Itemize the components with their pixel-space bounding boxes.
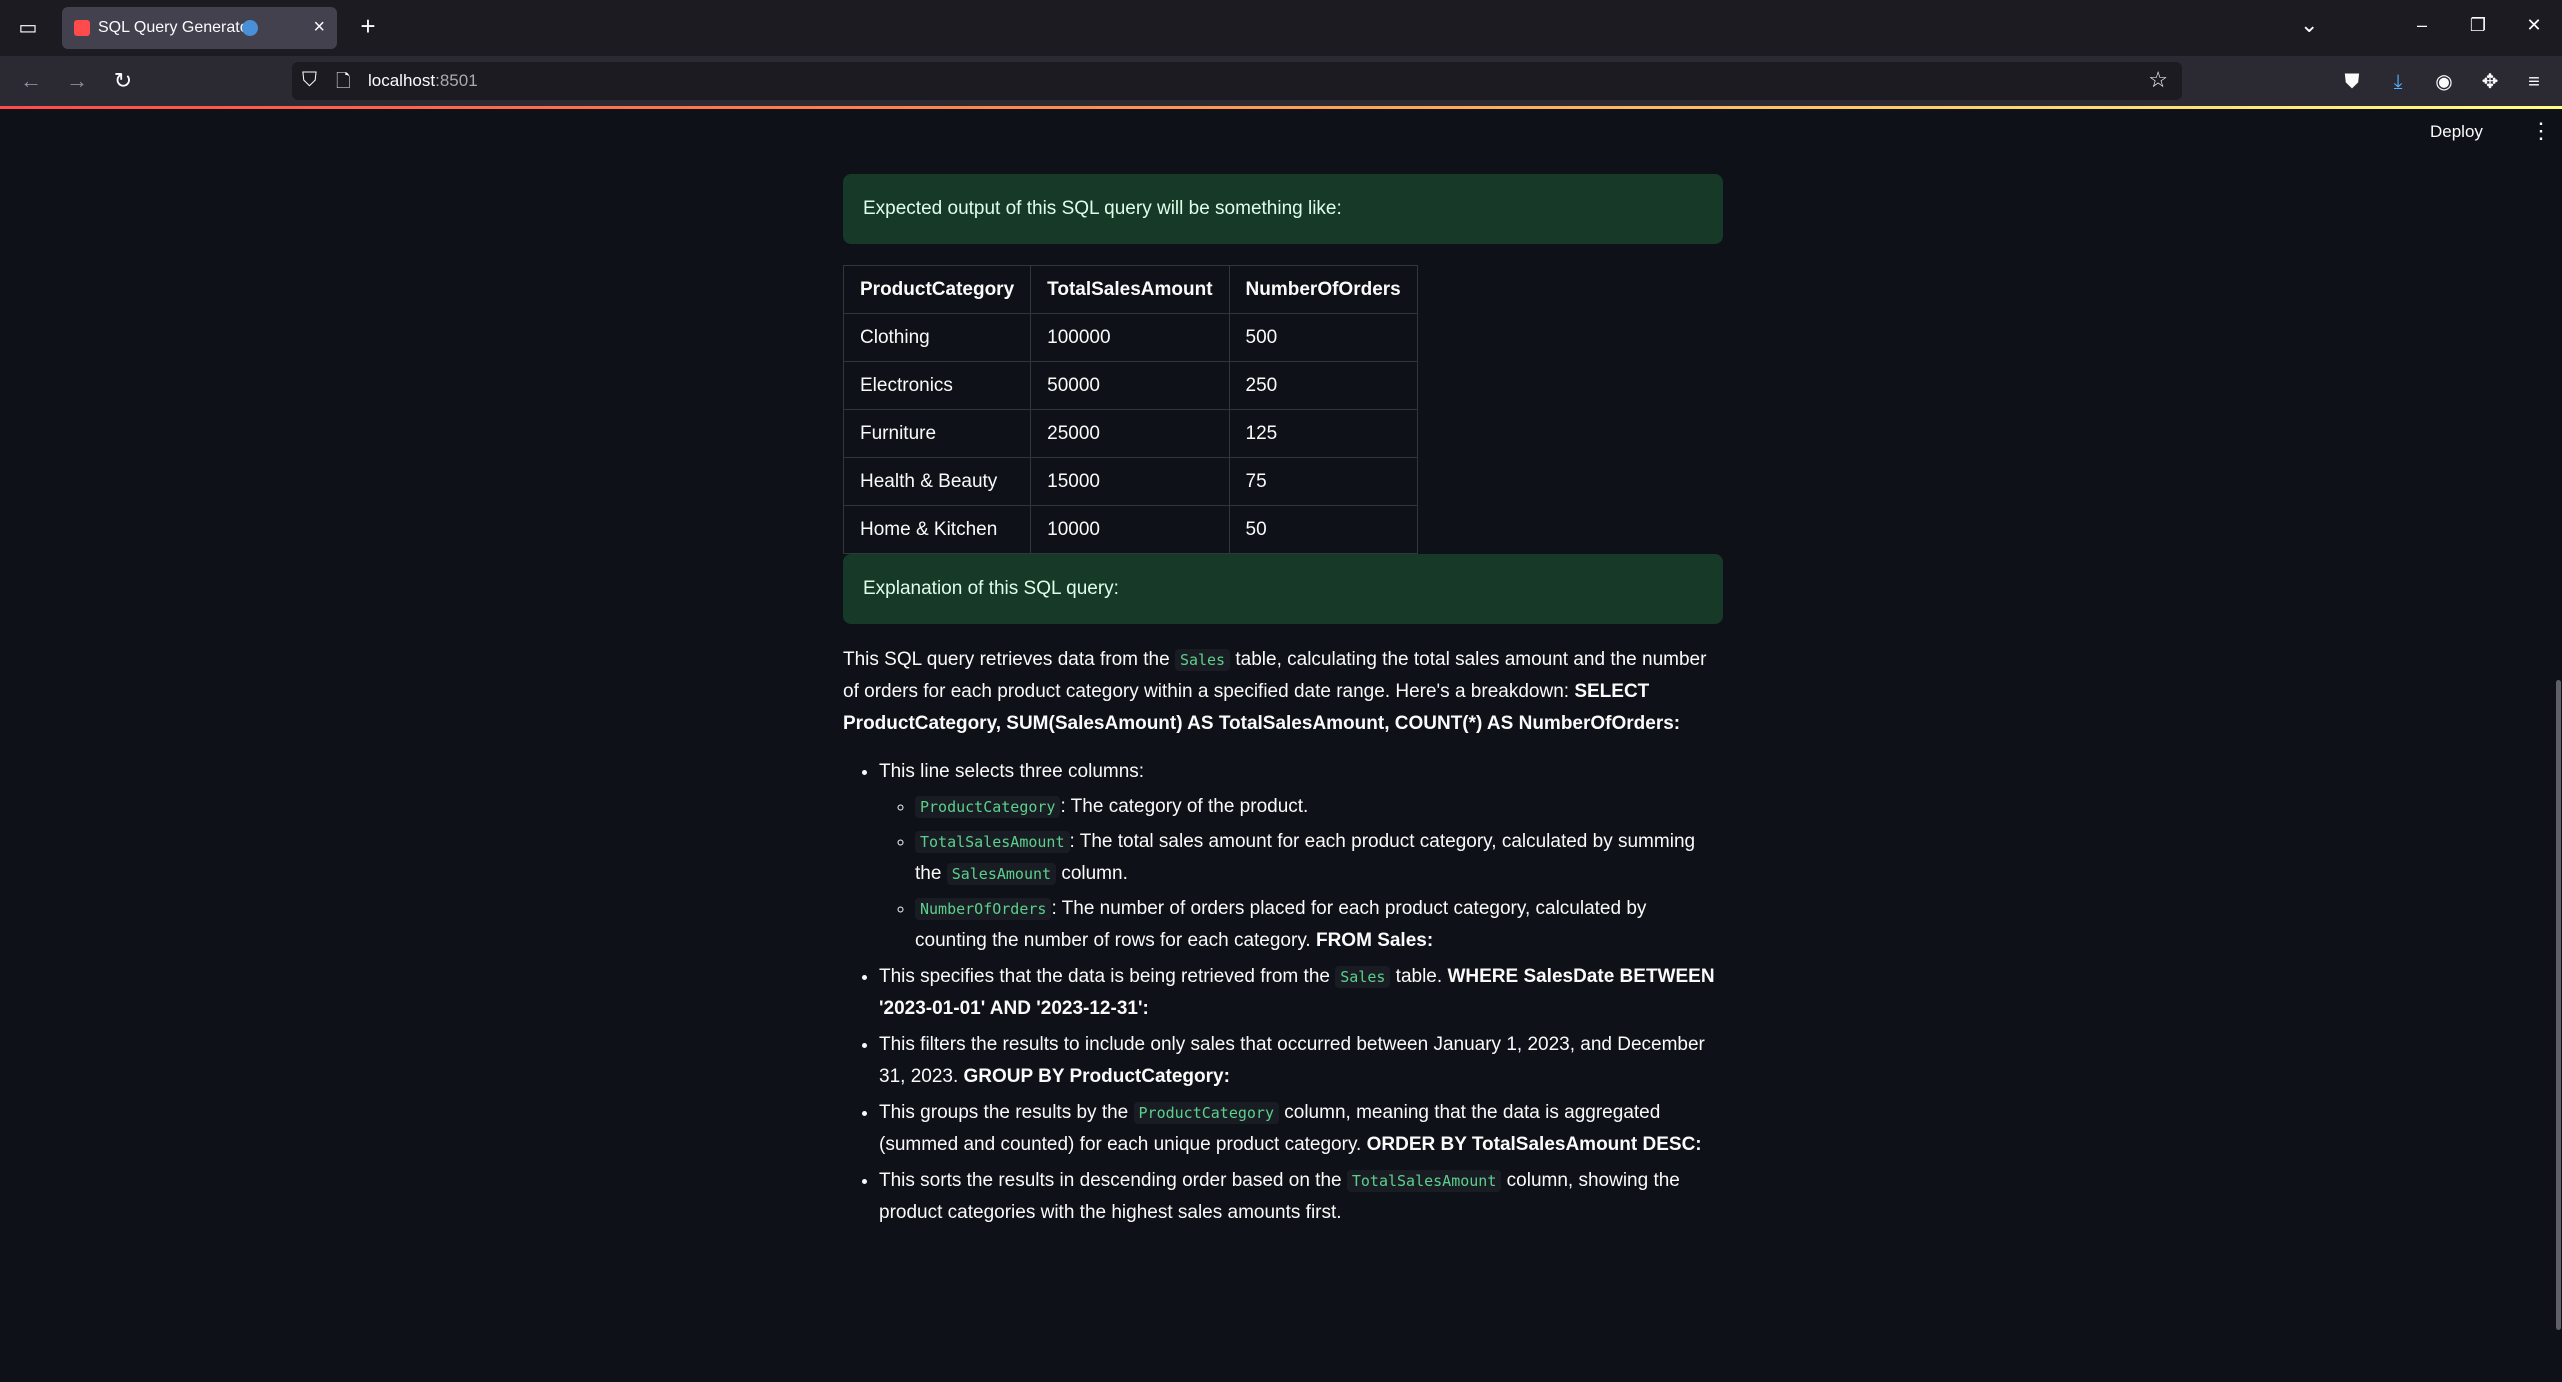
table-cell: 15000 [1030, 457, 1230, 506]
table-cell: 25000 [1030, 409, 1230, 458]
star-icon[interactable]: ☆ [2148, 67, 2168, 93]
list-item: ProductCategory: The category of the pro… [915, 791, 1723, 823]
menu-icon[interactable]: ≡ [2520, 68, 2548, 96]
main-content: Expected output of this SQL query will b… [842, 174, 1723, 1233]
shield-icon[interactable]: ⛉ [302, 69, 317, 92]
browser-tab[interactable]: SQL Query Generator × [62, 7, 337, 49]
browser-tab-bar: ▭ SQL Query Generator × + ⌄ – ❐ ✕ [0, 0, 2562, 56]
url-text[interactable]: localhost:8501 [368, 71, 478, 91]
deploy-button[interactable]: Deploy [2430, 122, 2483, 142]
table-cell: 50000 [1030, 361, 1230, 410]
page-icon[interactable]: 🗋 [336, 69, 350, 99]
table-row: Furniture 25000 125 [842, 409, 1418, 458]
table-cell: Home & Kitchen [842, 505, 1032, 554]
table-cell: Health & Beauty [842, 457, 1032, 506]
plus-icon[interactable]: + [352, 10, 384, 42]
list-item: This sorts the results in descending ord… [879, 1165, 1723, 1229]
close-window-icon[interactable]: ✕ [2514, 10, 2554, 40]
list-item: TotalSalesAmount: The total sales amount… [915, 826, 1723, 890]
column-sublist: ProductCategory: The category of the pro… [879, 791, 1723, 957]
table-header-row: ProductCategory TotalSalesAmount NumberO… [842, 265, 1418, 314]
list-item: This groups the results by the ProductCa… [879, 1097, 1723, 1161]
restore-icon[interactable]: ❐ [2458, 10, 2498, 40]
table-row: Electronics 50000 250 [842, 361, 1418, 410]
table-cell: 50 [1228, 505, 1418, 554]
column-header: NumberOfOrders [1228, 265, 1418, 314]
table-cell: 10000 [1030, 505, 1230, 554]
minimize-icon[interactable]: – [2402, 10, 2442, 40]
tab-list-icon[interactable]: ▭ [14, 14, 42, 42]
explanation-alert: Explanation of this SQL query: [843, 554, 1723, 624]
explanation-intro: This SQL query retrieves data from the S… [843, 649, 1707, 734]
table-cell: Furniture [842, 409, 1032, 458]
column-header: ProductCategory [842, 265, 1032, 314]
streamlit-favicon [74, 20, 90, 36]
table-cell: Electronics [842, 361, 1032, 410]
inline-code: ProductCategory [915, 796, 1061, 818]
table-row: Home & Kitchen 10000 50 [842, 505, 1418, 554]
browser-nav-bar: ← → ↻ ⛉ 🗋 localhost:8501 ☆ ⛊ ⤓ ◉ ✥ ≡ [0, 56, 2562, 106]
table-cell: Clothing [842, 313, 1032, 362]
list-item: This line selects three columns: Product… [879, 756, 1723, 957]
table-row: Health & Beauty 15000 75 [842, 457, 1418, 506]
chevron-down-icon[interactable]: ⌄ [2300, 12, 2318, 38]
table-cell: 100000 [1030, 313, 1230, 362]
account-icon[interactable]: ◉ [2430, 68, 2458, 96]
expected-output-text: Expected output of this SQL query will b… [863, 198, 1342, 219]
table-cell: 250 [1228, 361, 1418, 410]
forward-arrow-icon[interactable]: → [62, 66, 92, 96]
inline-code: SalesAmount [946, 863, 1057, 885]
table-row: Clothing 100000 500 [842, 313, 1418, 362]
tab-title: SQL Query Generator [98, 19, 254, 36]
extensions-icon[interactable]: ✥ [2476, 68, 2504, 96]
explanation-list: This line selects three columns: Product… [843, 756, 1723, 1229]
inline-code: TotalSalesAmount [915, 831, 1070, 853]
globe-icon [242, 20, 258, 36]
back-arrow-icon[interactable]: ← [16, 66, 46, 96]
inline-code: Sales [1174, 649, 1231, 671]
list-item: This filters the results to include only… [879, 1029, 1723, 1093]
table-cell: 75 [1228, 457, 1418, 506]
download-icon[interactable]: ⤓ [2384, 68, 2412, 96]
scrollbar-thumb[interactable] [2556, 680, 2561, 1330]
close-icon[interactable]: × [313, 16, 325, 39]
list-item: NumberOfOrders: The number of orders pla… [915, 893, 1723, 957]
table-cell: 125 [1228, 409, 1418, 458]
page-load-indicator [0, 106, 2562, 109]
reload-icon[interactable]: ↻ [108, 66, 138, 96]
url-bar[interactable]: ⛉ 🗋 localhost:8501 ☆ [292, 62, 2182, 100]
table-cell: 500 [1228, 313, 1418, 362]
pocket-icon[interactable]: ⛊ [2338, 68, 2366, 96]
inline-code: TotalSalesAmount [1346, 1170, 1502, 1192]
result-table: ProductCategory TotalSalesAmount NumberO… [842, 265, 1418, 554]
list-item: This specifies that the data is being re… [879, 961, 1723, 1025]
main-menu-icon[interactable]: ⋮ [2530, 118, 2552, 144]
inline-code: Sales [1335, 966, 1391, 988]
column-header: TotalSalesAmount [1030, 265, 1230, 314]
inline-code: NumberOfOrders [915, 898, 1052, 920]
explanation-heading-text: Explanation of this SQL query: [863, 578, 1119, 599]
expected-output-alert: Expected output of this SQL query will b… [843, 174, 1723, 244]
inline-code: ProductCategory [1133, 1102, 1279, 1124]
